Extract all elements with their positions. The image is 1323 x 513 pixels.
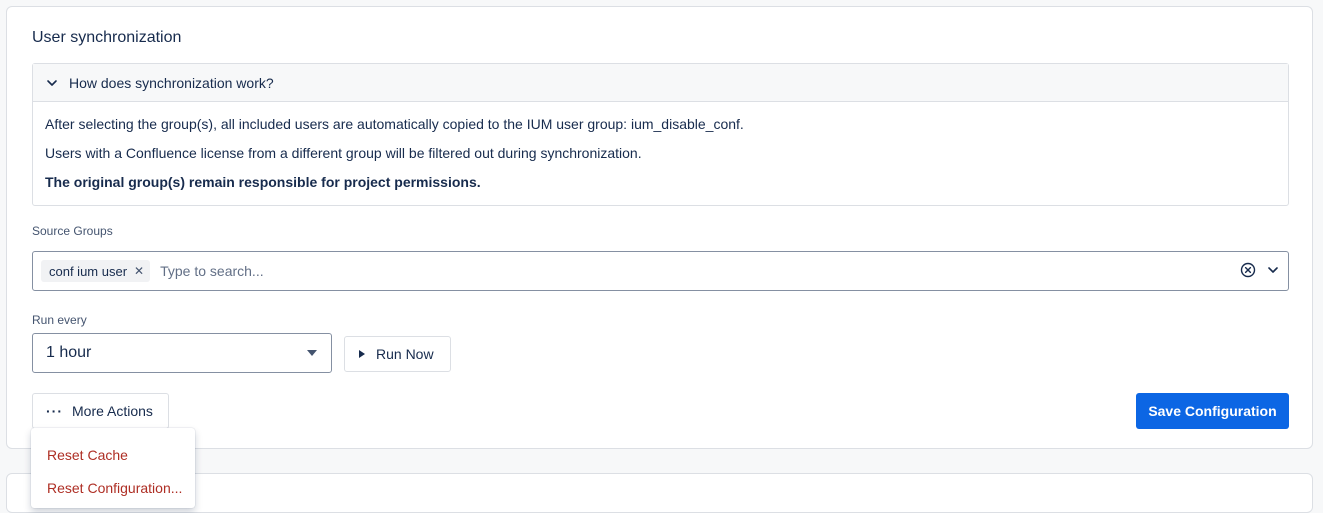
menu-item-reset-configuration[interactable]: Reset Configuration... <box>31 471 195 504</box>
user-sync-card: User synchronization How does synchroniz… <box>6 6 1313 449</box>
info-line-2: Users with a Confluence license from a d… <box>45 145 642 161</box>
source-groups-label: Source Groups <box>32 224 113 238</box>
run-now-button[interactable]: Run Now <box>344 336 451 372</box>
remove-tag-icon[interactable]: ✕ <box>134 264 144 278</box>
play-icon <box>359 350 365 358</box>
info-line-1: After selecting the group(s), all includ… <box>45 116 744 132</box>
run-every-label: Run every <box>32 313 87 327</box>
next-card <box>6 473 1313 513</box>
info-panel-header[interactable]: How does synchronization work? <box>33 64 1288 102</box>
info-panel-title: How does synchronization work? <box>69 74 274 91</box>
chevron-down-icon <box>45 76 59 90</box>
save-configuration-button[interactable]: Save Configuration <box>1136 393 1289 429</box>
info-panel-body: After selecting the group(s), all includ… <box>33 102 1288 191</box>
source-groups-select[interactable]: conf ium user ✕ <box>32 251 1289 291</box>
menu-item-reset-cache[interactable]: Reset Cache <box>31 438 195 471</box>
run-every-value: 1 hour <box>46 344 92 361</box>
section-title: User synchronization <box>32 29 182 46</box>
caret-down-icon <box>307 350 317 356</box>
group-tag-label: conf ium user <box>49 263 128 279</box>
more-actions-label: More Actions <box>72 403 153 419</box>
more-dots-icon: ··· <box>46 403 63 419</box>
more-actions-button[interactable]: ··· More Actions <box>32 393 169 429</box>
group-tag: conf ium user ✕ <box>41 260 151 282</box>
more-actions-menu: Reset Cache Reset Configuration... <box>31 428 195 508</box>
info-line-3: The original group(s) remain responsible… <box>45 174 481 190</box>
group-search-input[interactable] <box>158 262 1159 280</box>
chevron-down-icon[interactable] <box>1266 263 1280 282</box>
sync-info-panel: How does synchronization work? After sel… <box>32 63 1289 206</box>
run-now-label: Run Now <box>376 346 434 362</box>
clear-icon[interactable] <box>1240 262 1256 283</box>
run-every-select[interactable]: 1 hour <box>32 333 332 373</box>
